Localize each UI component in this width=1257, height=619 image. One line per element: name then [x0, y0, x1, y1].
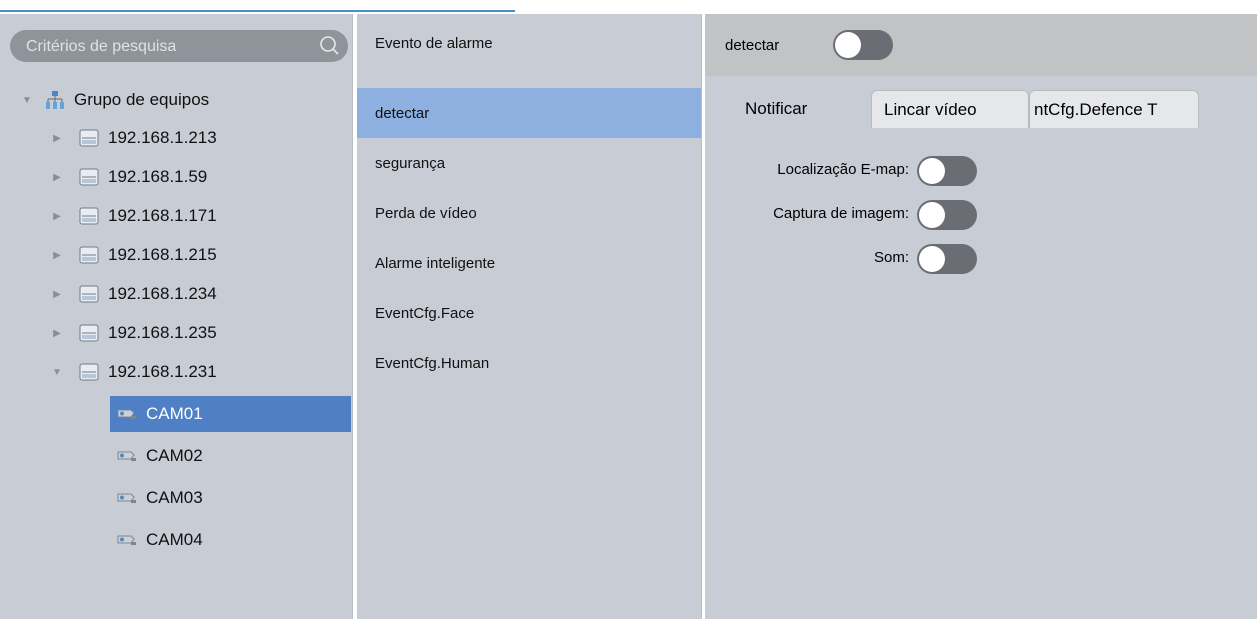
tree-camera-label: CAM03: [146, 488, 203, 507]
toggle-knob: [919, 158, 945, 184]
caret-right-icon[interactable]: ▶: [50, 211, 64, 222]
tree-device-row[interactable]: ▶ 192.168.1.213: [50, 122, 217, 154]
caret-right-icon[interactable]: ▶: [50, 250, 64, 261]
tab-lincar-video[interactable]: Lincar vídeo: [871, 90, 1029, 128]
dvr-device-icon: [78, 362, 100, 382]
caret-right-icon[interactable]: ▶: [50, 289, 64, 300]
camera-icon: [116, 404, 138, 424]
tree-camera-row[interactable]: CAM02: [110, 438, 351, 474]
enable-toggle[interactable]: [833, 30, 893, 60]
device-tree-panel: ▼ Grupo de equipos ▶ 192.168.1.213 ▶ 192.16…: [0, 14, 353, 619]
tree-camera-row[interactable]: CAM04: [110, 522, 351, 558]
toggle-knob: [919, 246, 945, 272]
dvr-device-icon: [78, 245, 100, 265]
event-list-item[interactable]: detectar: [357, 88, 701, 138]
event-list-title: Evento de alarme: [375, 35, 493, 52]
capture-label: Captura de imagem:: [773, 205, 909, 222]
toggle-knob: [835, 32, 861, 58]
event-list-header: Evento de alarme: [357, 14, 701, 76]
caret-down-icon[interactable]: ▼: [20, 95, 34, 106]
event-item-label: detectar: [375, 104, 430, 122]
caret-right-icon[interactable]: ▶: [50, 328, 64, 339]
sound-label: Som:: [873, 249, 909, 266]
tree-device-row[interactable]: ▼ 192.168.1.231: [50, 356, 217, 388]
event-item-label: segurança: [375, 154, 446, 172]
event-item-label: Alarme inteligente: [375, 254, 496, 272]
event-list-item[interactable]: EventCfg.Human: [357, 338, 701, 388]
field-row-sound: Som:: [705, 238, 1257, 278]
tree-root-label: Grupo de equipos: [74, 90, 210, 109]
tree-device-row[interactable]: ▶ 192.168.1.171: [50, 200, 217, 232]
active-accent-line: [0, 10, 515, 12]
tree-device-label: 192.168.1.235: [108, 323, 217, 342]
tab-notificar[interactable]: Notificar: [729, 90, 879, 128]
capture-toggle[interactable]: [917, 200, 977, 230]
enable-bar: detectar: [705, 14, 1257, 76]
enable-label: detectar: [725, 37, 780, 54]
event-config-panel: detectar Notificar Lincar vídeo ntCfg.De…: [705, 14, 1257, 619]
tree-camera-label: CAM02: [146, 446, 203, 465]
search-icon[interactable]: [318, 35, 340, 57]
tab-label: Lincar vídeo: [884, 99, 977, 119]
dvr-device-icon: [78, 167, 100, 187]
dvr-device-icon: [78, 128, 100, 148]
search-box: [10, 30, 348, 64]
tree-device-label: 192.168.1.171: [108, 206, 217, 225]
event-list-item[interactable]: Alarme inteligente: [357, 238, 701, 288]
tree-camera-label: CAM04: [146, 530, 203, 549]
emap-label: Localização E-map:: [777, 161, 909, 178]
emap-toggle[interactable]: [917, 156, 977, 186]
search-input[interactable]: [24, 30, 308, 64]
event-item-label: Perda de vídeo: [375, 204, 477, 222]
caret-right-icon[interactable]: ▶: [50, 133, 64, 144]
event-list-panel: Evento de alarme detectar segurança Perda …: [357, 14, 702, 619]
tree-camera-row[interactable]: CAM01: [110, 396, 351, 432]
tab-label: Notificar: [745, 99, 808, 118]
caret-right-icon[interactable]: ▶: [50, 172, 64, 183]
event-list-item[interactable]: EventCfg.Face: [357, 288, 701, 338]
device-group-icon: [44, 90, 66, 110]
window-top-strip: [0, 0, 1257, 14]
camera-icon: [116, 488, 138, 508]
tree-device-label: 192.168.1.234: [108, 284, 217, 303]
camera-icon: [116, 446, 138, 466]
tree-device-label: 192.168.1.59: [108, 167, 208, 186]
tab-label: ntCfg.Defence T: [1034, 99, 1158, 119]
tree-device-row[interactable]: ▶ 192.168.1.59: [50, 161, 207, 193]
camera-icon: [116, 530, 138, 550]
tree-device-label: 192.168.1.231: [108, 362, 217, 381]
field-row-emap: Localização E-map:: [705, 150, 1257, 190]
dvr-device-icon: [78, 206, 100, 226]
tree-device-row[interactable]: ▶ 192.168.1.235: [50, 317, 217, 349]
tree-device-row[interactable]: ▶ 192.168.1.215: [50, 239, 217, 271]
config-tabs: Notificar Lincar vídeo ntCfg.Defence T: [705, 90, 1257, 130]
toggle-knob: [919, 202, 945, 228]
caret-down-icon[interactable]: ▼: [50, 367, 64, 378]
tree-device-label: 192.168.1.213: [108, 128, 217, 147]
tree-camera-row[interactable]: CAM03: [110, 480, 351, 516]
event-item-label: EventCfg.Human: [375, 354, 490, 372]
tree-device-label: 192.168.1.215: [108, 245, 217, 264]
event-item-label: EventCfg.Face: [375, 304, 475, 322]
event-list-item[interactable]: segurança: [357, 138, 701, 188]
tree-camera-label: CAM01: [146, 404, 203, 423]
tree-root-group[interactable]: ▼ Grupo de equipos: [20, 84, 209, 116]
tree-device-row[interactable]: ▶ 192.168.1.234: [50, 278, 217, 310]
dvr-device-icon: [78, 323, 100, 343]
tab-defence[interactable]: ntCfg.Defence T: [1029, 90, 1199, 128]
dvr-device-icon: [78, 284, 100, 304]
sound-toggle[interactable]: [917, 244, 977, 274]
event-list-item[interactable]: Perda de vídeo: [357, 188, 701, 238]
field-row-capture: Captura de imagem:: [705, 194, 1257, 234]
